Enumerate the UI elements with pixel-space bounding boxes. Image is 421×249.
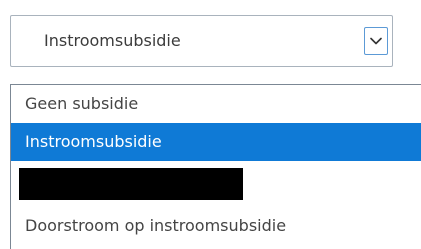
option-redacted[interactable] (11, 165, 421, 203)
dropdown-screenshot: Instroomsubsidie Geen subsidie Instrooms… (0, 0, 421, 249)
redaction-block (19, 168, 243, 200)
subsidy-select[interactable]: Instroomsubsidie (10, 15, 393, 67)
option-geen-subsidie[interactable]: Geen subsidie (11, 85, 421, 123)
dropdown-toggle-button[interactable] (364, 27, 388, 55)
clipped-text-above (0, 0, 421, 5)
chevron-down-icon (370, 37, 382, 45)
select-current-value: Instroomsubsidie (44, 31, 181, 50)
options-list: Geen subsidie Instroomsubsidie Doorstroo… (10, 84, 421, 249)
option-doorstroom-op-instroomsubsidie[interactable]: Doorstroom op instroomsubsidie (11, 207, 421, 245)
option-instroomsubsidie-selected[interactable]: Instroomsubsidie (11, 123, 421, 161)
